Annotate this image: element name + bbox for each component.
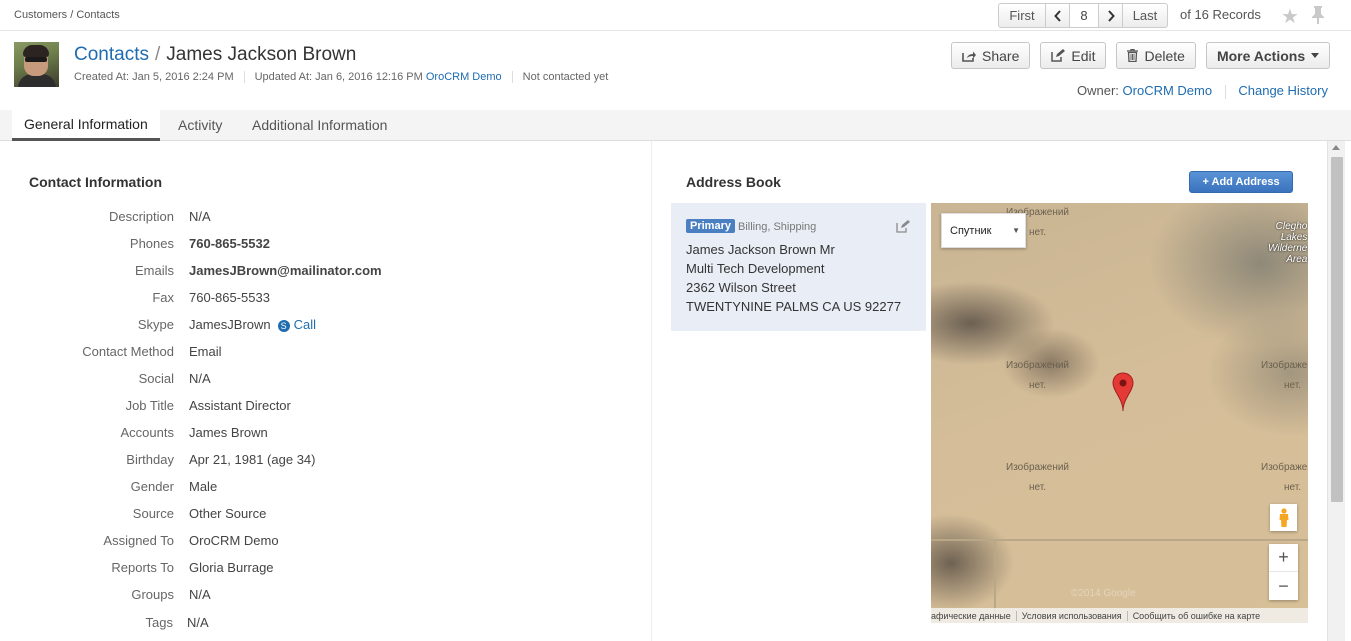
updated-at: Updated At: Jan 6, 2016 12:16 PM OroCRM … xyxy=(243,71,512,83)
street-view-pegman-icon[interactable] xyxy=(1270,504,1297,531)
address-line: 2362 Wilson Street xyxy=(686,280,796,295)
avatar xyxy=(14,42,59,87)
map-footer: афические данные Условия использования С… xyxy=(931,608,1308,623)
skype-name: JamesJBrown xyxy=(189,317,271,332)
caret-down-icon: ▼ xyxy=(1012,226,1020,235)
assigned-to-link[interactable]: OroCRM Demo xyxy=(189,533,279,548)
phone-link[interactable]: 760-865-5532 xyxy=(189,236,270,251)
map-no-image-label: Изображенийнет. xyxy=(1006,462,1070,493)
contacted-status: Not contacted yet xyxy=(511,71,619,83)
email-link[interactable]: JamesJBrown@mailinator.com xyxy=(189,263,382,278)
map-no-image-label: Изображенийнет. xyxy=(1261,360,1308,391)
caret-down-icon xyxy=(1311,53,1320,58)
edit-address-icon[interactable] xyxy=(896,220,910,236)
map-no-image-label: Изображенийнет. xyxy=(1261,462,1308,493)
pin-icon[interactable] xyxy=(1311,5,1325,30)
row-fax: Fax 760-865-5533 xyxy=(152,290,270,305)
row-gender: Gender Male xyxy=(130,479,218,494)
primary-badge: Primary xyxy=(686,219,735,233)
address-line: Multi Tech Development xyxy=(686,261,825,276)
trash-icon xyxy=(1127,49,1139,62)
change-history-link[interactable]: Change History xyxy=(1238,83,1328,98)
reports-to-link[interactable]: Gloria Burrage xyxy=(189,560,274,575)
row-phones: Phones 760-865-5532 xyxy=(129,236,270,251)
address-card[interactable]: Primary Billing, Shipping James Jackson … xyxy=(671,203,926,331)
row-reports-to: Reports To Gloria Burrage xyxy=(111,560,274,575)
contact-info-panel: Contact Information Description N/A Phon… xyxy=(0,141,652,641)
breadcrumb[interactable]: Customers / Contacts xyxy=(14,9,120,21)
row-assigned-to: Assigned To OroCRM Demo xyxy=(103,533,279,548)
address-line: James Jackson Brown Mr xyxy=(686,242,835,257)
address-book-title: Address Book xyxy=(686,174,781,190)
map-zoom-control: + − xyxy=(1269,544,1298,600)
row-tags: Tags N/A xyxy=(145,615,209,630)
action-buttons: Share Edit Delete More Actions xyxy=(951,42,1331,69)
row-groups: Groups N/A xyxy=(131,587,211,602)
row-job-title: Job Title Assistant Director xyxy=(125,398,291,413)
row-source: Source Other Source xyxy=(132,506,267,521)
tab-activity[interactable]: Activity xyxy=(166,110,234,140)
map-type-select[interactable]: Спутник ▼ xyxy=(941,213,1026,248)
add-address-button[interactable]: + Add Address xyxy=(1189,171,1293,193)
map-data-credit: афические данные xyxy=(931,610,1011,621)
row-description: Description N/A xyxy=(108,209,211,224)
skype-icon: S xyxy=(277,320,290,332)
map-terms-link[interactable]: Условия использования xyxy=(1015,610,1127,621)
page-scrollbar[interactable] xyxy=(1327,141,1345,641)
address-line: TWENTYNINE PALMS CA US 92277 xyxy=(686,299,902,314)
title-separator: / xyxy=(154,44,161,65)
account-link[interactable]: James Brown xyxy=(189,425,268,440)
record-meta: Created At: Jan 5, 2016 2:24 PM Updated … xyxy=(74,71,618,83)
address-types: Billing, Shipping xyxy=(738,221,817,233)
map-marker-icon[interactable] xyxy=(1112,372,1134,412)
updated-by-link[interactable]: OroCRM Demo xyxy=(426,71,502,83)
skype-call-link[interactable]: Call xyxy=(294,317,316,332)
tab-general-information[interactable]: General Information xyxy=(12,110,160,141)
owner-link[interactable]: OroCRM Demo xyxy=(1123,83,1213,98)
map-no-image-label: Изображенийнет. xyxy=(1006,360,1070,391)
share-icon xyxy=(962,51,976,62)
zoom-out-button[interactable]: − xyxy=(1269,572,1298,600)
scroll-up-icon[interactable] xyxy=(1332,145,1340,150)
contacts-crumb-link[interactable]: Contacts xyxy=(74,44,149,65)
share-button[interactable]: Share xyxy=(951,42,1031,69)
records-count: of 16 Records xyxy=(1180,7,1261,22)
chevron-right-icon xyxy=(1107,9,1115,22)
pager-last-button[interactable]: Last xyxy=(1122,3,1168,28)
map-watermark: ©2014 Google xyxy=(1071,588,1136,599)
map-place-label: Clegho Lakes Wilderne Area xyxy=(1268,221,1308,265)
record-pager: First 8 Last xyxy=(998,3,1168,28)
pager-next-button[interactable] xyxy=(1098,3,1123,28)
pager-prev-button[interactable] xyxy=(1045,3,1070,28)
created-at: Created At: Jan 5, 2016 2:24 PM xyxy=(74,71,234,83)
page-title: Contacts / James Jackson Brown xyxy=(74,44,356,66)
row-skype: Skype JamesJBrown S Call xyxy=(137,317,317,332)
address-map[interactable]: Изображений нет. Изображений нет. Изображе… xyxy=(931,203,1308,623)
row-accounts: Accounts James Brown xyxy=(120,425,268,440)
tab-additional-information[interactable]: Additional Information xyxy=(240,110,399,140)
zoom-in-button[interactable]: + xyxy=(1269,544,1298,572)
edit-icon xyxy=(1051,49,1066,62)
map-report-link[interactable]: Сообщить об ошибке на карте xyxy=(1126,610,1265,621)
owner-line: Owner: OroCRM Demo Change History xyxy=(1077,83,1328,99)
row-social: Social N/A xyxy=(138,371,211,386)
scrollbar-thumb[interactable] xyxy=(1331,157,1343,502)
contact-info-title: Contact Information xyxy=(29,174,162,190)
tab-bar: General Information Activity Additional … xyxy=(0,110,1351,141)
pager-first-button[interactable]: First xyxy=(998,3,1046,28)
contact-name: James Jackson Brown xyxy=(166,44,357,65)
fax-link[interactable]: 760-865-5533 xyxy=(189,290,270,305)
row-birthday: Birthday Apr 21, 1981 (age 34) xyxy=(126,452,316,467)
row-contact-method: Contact Method Email xyxy=(82,344,222,359)
pager-current-input[interactable]: 8 xyxy=(1069,3,1099,28)
edit-button[interactable]: Edit xyxy=(1040,42,1107,69)
delete-button[interactable]: Delete xyxy=(1116,42,1196,69)
chevron-left-icon xyxy=(1053,9,1061,22)
more-actions-button[interactable]: More Actions xyxy=(1205,42,1331,69)
top-bar: Customers / Contacts First 8 Last of 16 … xyxy=(0,0,1351,31)
row-emails: Emails JamesJBrown@mailinator.com xyxy=(134,263,382,278)
star-icon[interactable]: ★ xyxy=(1281,4,1299,29)
